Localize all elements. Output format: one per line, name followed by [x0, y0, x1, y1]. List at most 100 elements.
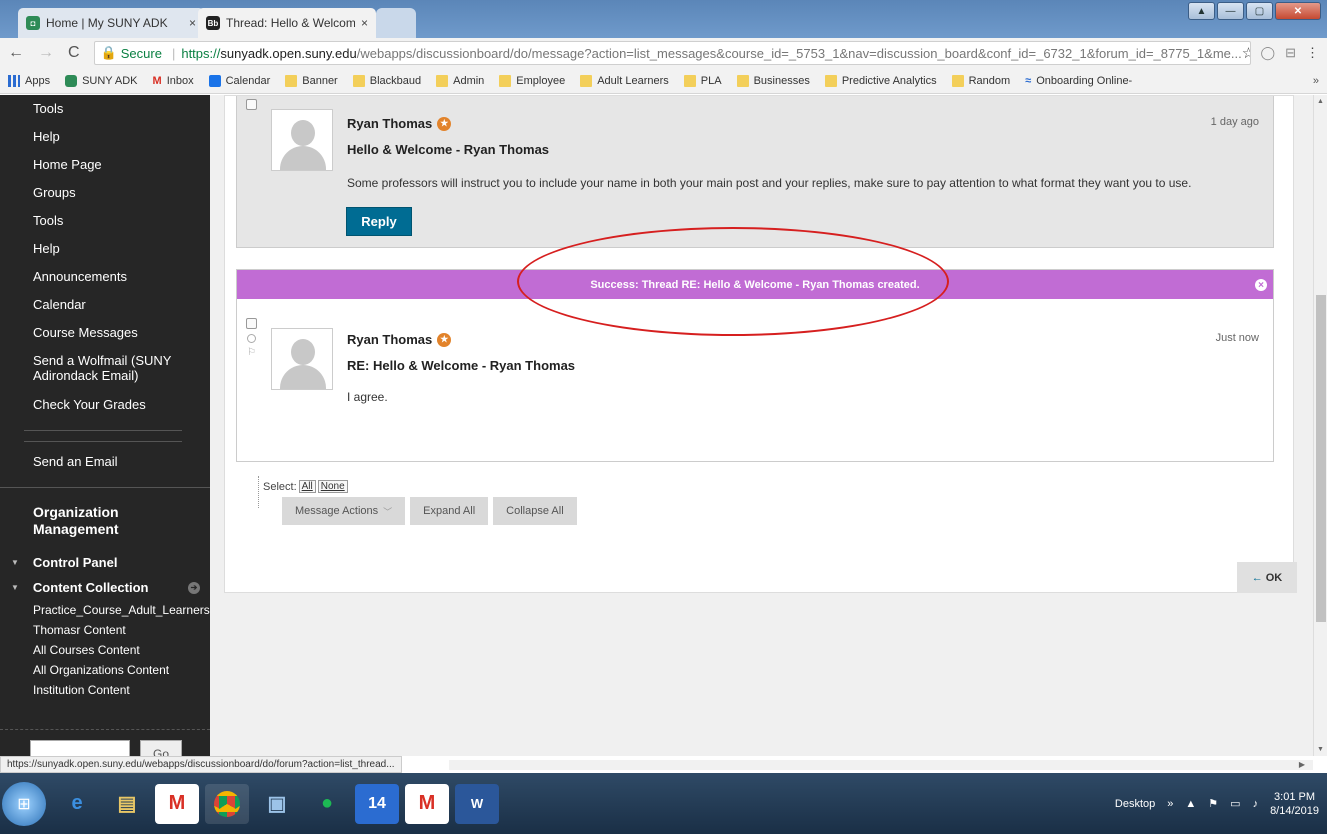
sidebar-item-tools[interactable]: Tools [0, 206, 210, 234]
sidebar-item-help[interactable]: Help [0, 234, 210, 262]
forward-icon[interactable]: → [38, 44, 54, 62]
tab-thread[interactable]: Bb Thread: Hello & Welcome × [198, 8, 376, 38]
gmail-taskbar-icon[interactable]: M [155, 783, 199, 824]
extension-icon[interactable]: ◯ [1261, 45, 1276, 61]
go-button[interactable]: Go [140, 740, 182, 756]
control-panel-toggle[interactable]: ▼ Control Panel [0, 550, 210, 575]
spotify-icon[interactable]: ● [305, 784, 349, 824]
bookmark-banner[interactable]: Banner [285, 74, 338, 87]
reload-icon[interactable]: C [68, 44, 80, 62]
folder-icon [951, 74, 964, 87]
collection-item[interactable]: Thomasr Content [0, 620, 210, 640]
remote-desktop-icon[interactable]: ▣ [255, 784, 299, 824]
bookmark-inbox[interactable]: M Inbox [153, 75, 194, 87]
url-separator: | [171, 45, 176, 61]
bookmark-calendar[interactable]: Calendar [208, 74, 270, 87]
horizontal-scrollbar[interactable]: ▶ [449, 760, 1313, 770]
collapse-all-button[interactable]: Collapse All [493, 497, 577, 525]
sidebar-item-send-email[interactable]: Send an Email [0, 447, 210, 475]
content-collection-label: Content Collection [32, 580, 149, 595]
sidebar-item-calendar[interactable]: Calendar [0, 290, 210, 318]
collection-item[interactable]: Practice_Course_Adult_Learners [0, 600, 210, 620]
bookmark-admin[interactable]: Admin [436, 74, 484, 87]
organization-management-title: Organization Management [33, 504, 119, 537]
sidebar-item-course-messages[interactable]: Course Messages [0, 318, 210, 346]
post-subject: Hello & Welcome - Ryan Thomas [347, 142, 550, 157]
flag-icon[interactable]: ⚐ [247, 347, 256, 358]
sidebar-item-tools[interactable]: Tools [0, 95, 210, 122]
tray-expand-icon[interactable]: ▲ [1185, 798, 1196, 810]
bookmark-apps[interactable]: Apps [8, 74, 50, 87]
bookmark-employee[interactable]: Employee [499, 74, 565, 87]
sidebar-item-announcements[interactable]: Announcements [0, 262, 210, 290]
sidebar-item-groups[interactable]: Groups [0, 178, 210, 206]
sidebar-item-home-page[interactable]: Home Page [0, 150, 210, 178]
bookmarks-more-icon[interactable]: » [1313, 75, 1319, 87]
message-checkbox[interactable] [246, 318, 257, 329]
bookmark-businesses[interactable]: Businesses [736, 74, 810, 87]
back-icon[interactable]: ← [8, 44, 24, 62]
volume-icon[interactable]: ♪ [1253, 798, 1259, 810]
bookmark-adult-learners[interactable]: Adult Learners [580, 74, 669, 87]
collection-search-input[interactable] [30, 740, 130, 756]
minimize-icon[interactable]: — [1217, 2, 1244, 20]
bookmark-onboarding[interactable]: ≈ Onboarding Online- [1025, 75, 1132, 87]
chrome-icon[interactable] [205, 783, 249, 824]
tab-close-icon[interactable]: × [361, 16, 368, 30]
reply-button[interactable]: Reply [346, 207, 412, 236]
internet-explorer-icon[interactable]: e [55, 784, 99, 824]
scroll-up-icon[interactable]: ▲ [1317, 98, 1324, 105]
message-radio[interactable] [247, 334, 256, 343]
calendar-icon [208, 74, 221, 87]
bookmark-random[interactable]: Random [951, 74, 1010, 87]
sidebar-item-help[interactable]: Help [0, 122, 210, 150]
folder-icon [436, 74, 449, 87]
sidebar-item-wolfmail[interactable]: Send a Wolfmail (SUNY Adirondack Email) [0, 346, 210, 390]
arrow-circle-icon[interactable]: ➔ [188, 581, 200, 594]
select-all-link[interactable]: All [298, 480, 316, 493]
flag-tray-icon[interactable]: ⚑ [1208, 797, 1218, 810]
scroll-down-icon[interactable]: ▼ [1317, 746, 1324, 753]
restore-icon[interactable]: ▢ [1246, 2, 1273, 20]
bookmark-predictive-analytics[interactable]: Predictive Analytics [824, 74, 937, 87]
bookmark-blackbaud[interactable]: Blackbaud [352, 74, 421, 87]
star-icon[interactable]: ☆ [1242, 44, 1250, 62]
message-actions-button[interactable]: Message Actions ﹀ [282, 497, 406, 525]
file-explorer-icon[interactable]: ▤ [105, 784, 149, 824]
collection-item[interactable]: All Organizations Content [0, 660, 210, 680]
vertical-scrollbar[interactable]: ▲ ▼ [1313, 95, 1327, 756]
scroll-right-icon[interactable]: ▶ [1299, 760, 1305, 769]
collection-item[interactable]: Institution Content [0, 680, 210, 700]
new-tab-button[interactable] [376, 8, 416, 38]
tab-home[interactable]: ◘ Home | My SUNY ADK × [18, 8, 204, 38]
url-field[interactable]: 🔒 Secure | https:// sunyadk.open.suny.ed… [93, 41, 1251, 65]
gmail-taskbar-icon[interactable]: M [405, 783, 449, 824]
calendar-taskbar-icon[interactable]: 14 [355, 783, 399, 824]
toolbar-chevron-icon[interactable]: » [1167, 798, 1173, 810]
network-icon[interactable]: ▭ [1230, 797, 1240, 810]
menu-icon[interactable]: ⋮ [1306, 45, 1319, 61]
bookmark-suny-adk[interactable]: SUNY ADK [65, 74, 138, 87]
close-window-icon[interactable]: ✕ [1275, 2, 1321, 20]
close-icon[interactable]: × [1255, 279, 1267, 291]
system-clock[interactable]: 3:01 PM 8/14/2019 [1270, 790, 1319, 818]
author-name: Ryan Thomas [347, 116, 433, 131]
tab-close-icon[interactable]: × [189, 16, 196, 30]
select-label: Select: [263, 480, 297, 493]
start-button-icon[interactable]: ⊞ [2, 781, 46, 826]
sidebar-item-check-grades[interactable]: Check Your Grades [0, 390, 210, 418]
user-icon[interactable]: ▲ [1188, 2, 1215, 20]
ok-button[interactable]: ← OK [1237, 562, 1297, 593]
content-collection-toggle[interactable]: ▼ Content Collection ➔ [0, 575, 210, 600]
collection-item[interactable]: All Courses Content [0, 640, 210, 660]
message-checkbox[interactable] [246, 99, 257, 110]
expand-all-button[interactable]: Expand All [410, 497, 489, 525]
desktop-toolbar-label[interactable]: Desktop [1115, 798, 1155, 810]
scroll-thumb[interactable] [1316, 295, 1326, 622]
tab-title: Thread: Hello & Welcome [226, 16, 355, 30]
select-none-link[interactable]: None [317, 480, 348, 493]
word-icon[interactable]: W [455, 783, 499, 824]
folder-icon [352, 74, 365, 87]
bookmark-pla[interactable]: PLA [683, 74, 722, 87]
pdf-extension-icon[interactable]: ⊟ [1285, 45, 1296, 61]
